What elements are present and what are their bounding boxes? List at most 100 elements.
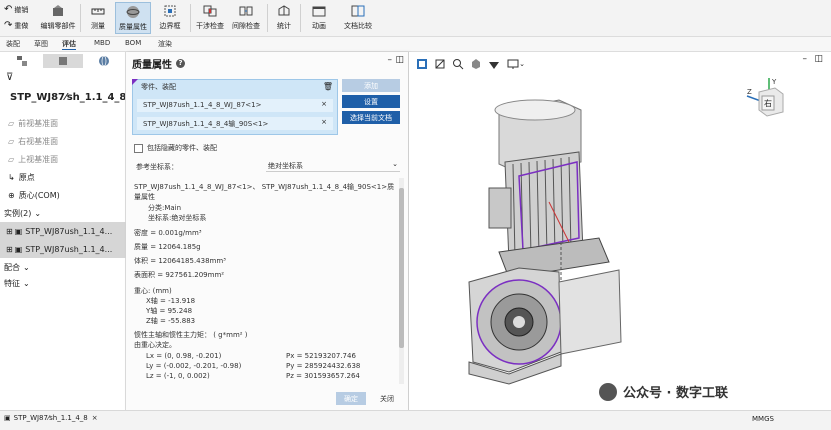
clearance-check-button[interactable]: 间隙检查 [229, 2, 263, 34]
plane-icon: ▱ [8, 136, 15, 146]
minimize-icon[interactable]: – [803, 54, 808, 64]
coordinate-system-select[interactable]: 绝对坐标系 ⌄ [266, 158, 400, 172]
animation-button[interactable]: 动画 [306, 2, 332, 34]
toolbar-separator [190, 4, 191, 32]
tree-item-origin[interactable]: ↳ 原点 [0, 168, 133, 186]
filter-icon[interactable]: ⊽ [6, 72, 13, 83]
checkbox-icon [134, 143, 143, 153]
tab-property-manager[interactable] [43, 54, 83, 68]
tab-feature-manager[interactable] [2, 54, 42, 68]
section-view-icon[interactable] [433, 57, 447, 71]
animation-icon [312, 6, 326, 17]
help-icon[interactable]: ? [176, 59, 185, 68]
center-of-mass-icon: ⊕ [8, 190, 15, 200]
results-area: STP_WJ87ush_1.1_4_8_WJ_87<1>、 STP_WJ87us… [130, 178, 398, 384]
select-current-document-button[interactable]: 选择当前文档 [342, 111, 400, 124]
tree-instance[interactable]: ⊞ ▣ STP_WJ87ush_1.1_4... [0, 222, 131, 240]
part-icon: ▣ [14, 244, 23, 254]
document-compare-icon [351, 5, 365, 17]
toolbar-separator [80, 4, 81, 32]
delete-icon[interactable]: 🗑 [323, 82, 333, 91]
close-icon[interactable]: × [92, 414, 98, 422]
tab-evaluate[interactable]: 评估 [62, 39, 76, 50]
mass-properties-button[interactable]: 质量属性 [115, 2, 151, 34]
clearance-icon [239, 6, 253, 16]
assembly-tree-icon [17, 56, 27, 66]
undo-icon: ↶ [4, 4, 13, 15]
interference-check-button[interactable]: 干涉检查 [193, 2, 227, 34]
zoom-fit-icon[interactable] [451, 57, 465, 71]
display-style-icon[interactable] [469, 57, 483, 71]
mass-properties-dialog: 质量属性 ? – ◫ 零件、装配 🗑 STP_WJ87ush_1.1_4_8_W… [126, 52, 409, 410]
feature-tree-panel: ⊽ STP_WJ87⁄sh_1.1_4_8 ▱ 前视基准面 ▱ 右视基准面 ▱ 上视基… [0, 52, 131, 410]
document-tab[interactable]: ▣ STP_WJ87⁄sh_1.1_4_8 × [4, 414, 98, 422]
selection-marker [132, 79, 138, 85]
results-scrollbar[interactable] [399, 178, 404, 384]
restore-icon[interactable]: ◫ [814, 54, 823, 64]
tree-item-top-plane[interactable]: ▱ 上视基准面 [0, 150, 133, 168]
tree-item-front-plane[interactable]: ▱ 前视基准面 [0, 114, 133, 132]
view-cube-face-label: 右 [764, 99, 772, 108]
view-orient-icon[interactable] [415, 57, 429, 71]
coordinate-system-label: 参考坐标系： [136, 163, 178, 171]
restore-icon[interactable]: ◫ [395, 55, 404, 65]
ribbon-toolbar: ↶ 撤销 ↷ 重做 编辑零部件 测量 质量属性 边界框 干涉检查 间隙检查 统计… [0, 0, 831, 37]
tab-assembly[interactable]: 装配 [6, 39, 20, 49]
selection-box[interactable]: 零件、装配 🗑 STP_WJ87ush_1.1_4_8_WJ_87<1> × S… [132, 79, 338, 135]
edit-part-button[interactable]: 编辑零部件 [40, 2, 76, 34]
minimize-icon[interactable]: – [388, 55, 393, 65]
redo-button[interactable]: ↷ 重做 [4, 20, 28, 31]
selected-item[interactable]: STP_WJ87ush_1.1_4_8_4输_90S<1> × [137, 117, 333, 130]
mass-properties-icon [126, 6, 140, 18]
undo-button[interactable]: ↶ 撤销 [4, 4, 28, 15]
command-tabs: 装配 草图 评估 MBD BOM 渲染 [0, 37, 831, 52]
add-button[interactable]: 添加 [342, 79, 400, 92]
include-hidden-checkbox[interactable]: 包括隐藏的零件、装配 [134, 143, 217, 153]
3d-viewport[interactable]: ⌄ – ◫ Z Y 右 公众号 · 数字工联 [409, 52, 831, 410]
toolbar-separator [267, 4, 268, 32]
monitor-icon[interactable]: ⌄ [505, 57, 527, 71]
ruler-icon [91, 8, 105, 15]
scrollbar-thumb[interactable] [399, 188, 404, 348]
dialog-title: 质量属性 ? [132, 56, 185, 71]
tab-display-manager[interactable] [84, 54, 124, 68]
tree-instance[interactable]: ⊞ ▣ STP_WJ87ush_1.1_4... [0, 240, 131, 258]
measure-button[interactable]: 测量 [84, 2, 112, 34]
ok-button[interactable]: 确定 [336, 392, 366, 405]
tab-bom[interactable]: BOM [125, 39, 141, 47]
wechat-icon [599, 382, 617, 401]
hide-show-icon[interactable] [487, 57, 501, 71]
part-icon: ▣ [14, 226, 23, 236]
document-compare-button[interactable]: 文档比较 [340, 2, 376, 34]
plane-icon: ▱ [8, 118, 15, 128]
document-icon: ▣ [4, 414, 11, 422]
toolbar-separator [300, 4, 301, 32]
tree-item-center-of-mass[interactable]: ⊕ 质心(COM) [0, 186, 133, 204]
redo-icon: ↷ [4, 20, 13, 31]
tab-render[interactable]: 渲染 [158, 39, 172, 49]
statistics-button[interactable]: 统计 [272, 2, 296, 34]
svg-text:Y: Y [771, 78, 777, 86]
units-indicator[interactable]: MMGS [752, 415, 774, 423]
selected-item[interactable]: STP_WJ87ush_1.1_4_8_WJ_87<1> × [137, 99, 333, 112]
remove-icon[interactable]: × [321, 100, 327, 108]
tree-group-instances[interactable]: 实例(2) ⌄ [0, 204, 129, 222]
tree-item-right-plane[interactable]: ▱ 右视基准面 [0, 132, 133, 150]
interference-icon [203, 5, 217, 17]
watermark: 公众号 · 数字工联 [599, 382, 728, 401]
settings-button[interactable]: 设置 [342, 95, 400, 108]
chevron-down-icon: ⌄ [392, 160, 398, 168]
tree-root[interactable]: STP_WJ87⁄sh_1.1_4_8 [0, 88, 125, 106]
plane-icon: ▱ [8, 154, 15, 164]
tab-mbd[interactable]: MBD [94, 39, 110, 47]
edit-part-icon [53, 5, 63, 16]
tree-group-features[interactable]: 特征 ⌄ [0, 274, 129, 292]
remove-icon[interactable]: × [321, 118, 327, 126]
close-button[interactable]: 关闭 [372, 392, 402, 405]
bounding-box-icon [164, 5, 176, 17]
gear-motor-model [468, 99, 622, 385]
bounding-box-button[interactable]: 边界框 [154, 2, 186, 34]
chevron-down-icon: ⌄ [34, 208, 42, 218]
chevron-down-icon: ⌄ [23, 278, 30, 288]
tab-sketch[interactable]: 草图 [34, 39, 48, 49]
